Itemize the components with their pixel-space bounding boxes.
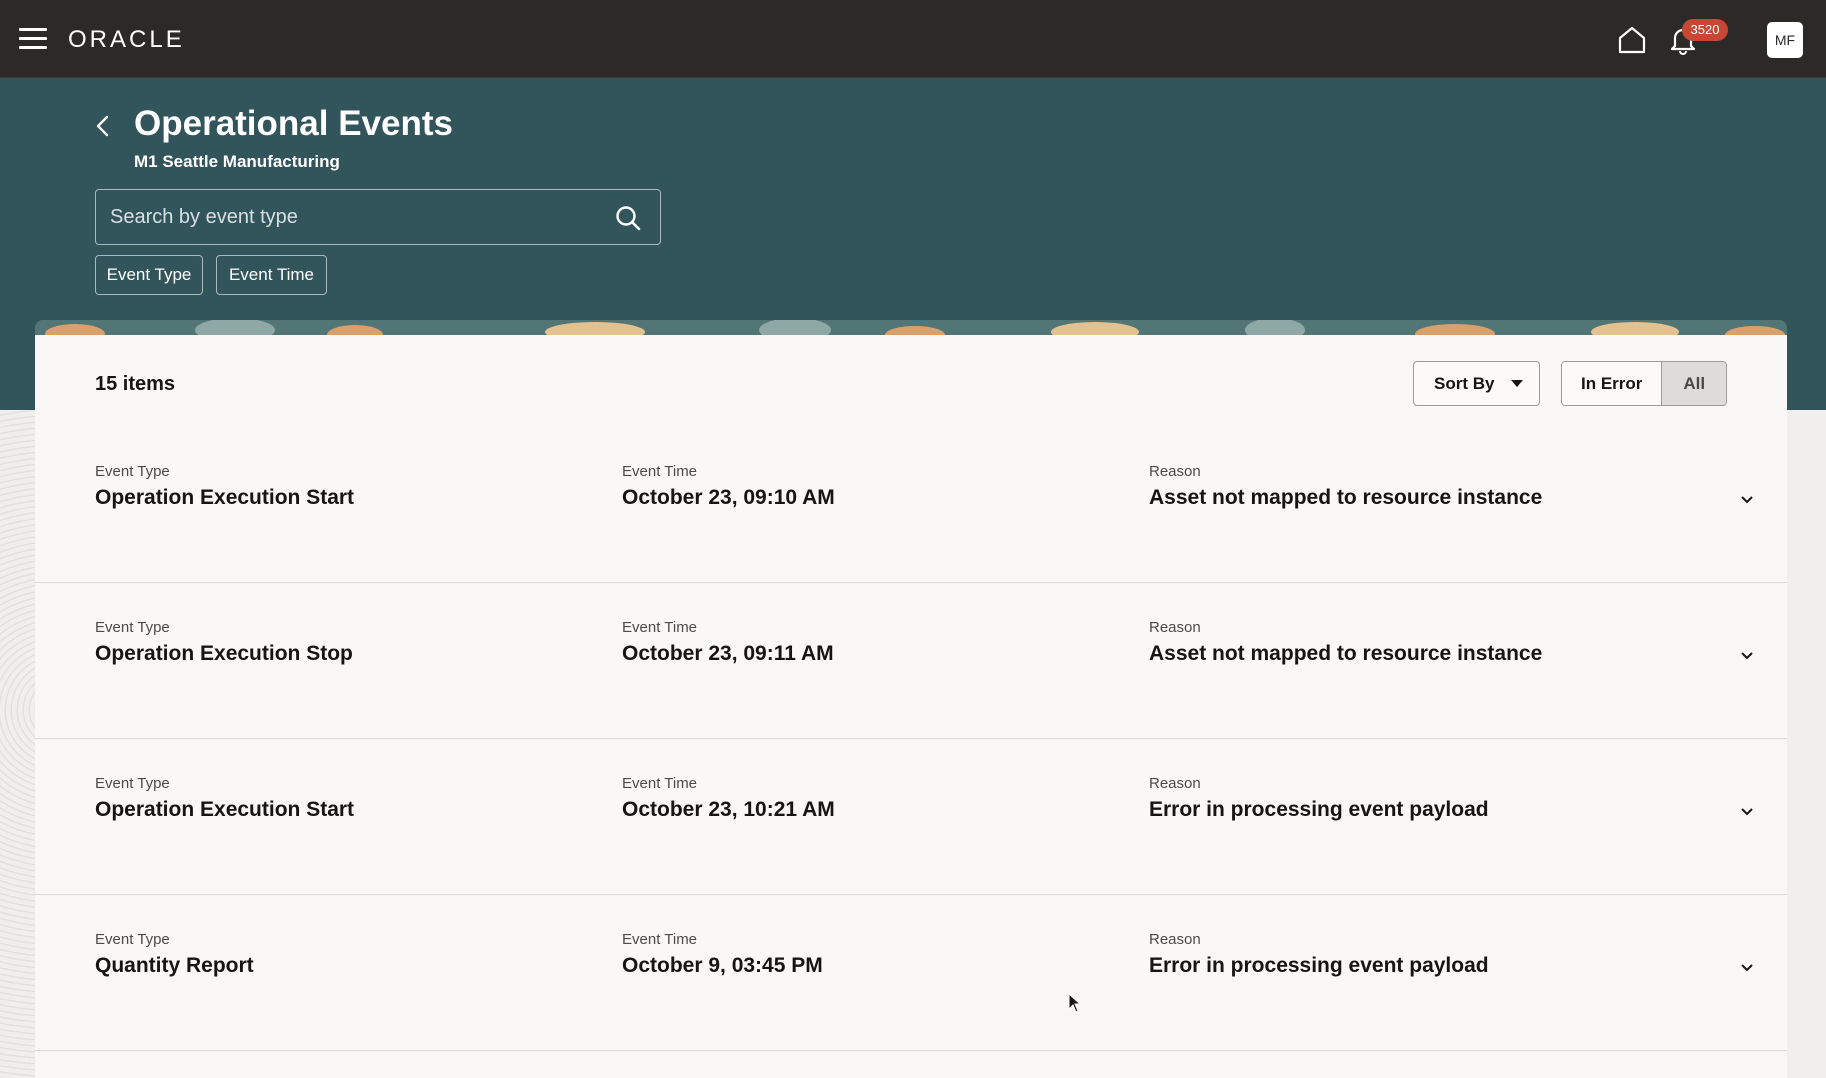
event-time-value: October 9, 03:45 PM [622,954,823,977]
event-time-value: October 23, 09:11 AM [622,642,834,665]
page-subtitle: M1 Seattle Manufacturing [134,152,340,171]
event-time-label: Event Time [622,775,698,792]
event-row[interactable]: Event Type Operation Execution Start Eve… [35,739,1787,895]
events-card: 15 items Sort By In Error All Event Type… [35,335,1787,1078]
reason-value: Error in processing event payload [1149,954,1489,977]
reason-label: Reason [1149,931,1201,948]
event-type-label: Event Type [95,931,170,948]
event-row[interactable]: Event Type Operation Execution Stop Even… [35,583,1787,739]
reason-label: Reason [1149,775,1201,792]
back-arrow-icon[interactable] [92,112,114,140]
items-count: 15 items [95,373,176,395]
event-time-label: Event Time [622,931,698,948]
event-row[interactable]: Event Type Quantity Report Event Time Oc… [35,895,1787,1051]
event-row[interactable]: Event Type Operation Execution Start Eve… [35,427,1787,583]
mouse-cursor-icon [1068,993,1082,1013]
oracle-logo[interactable]: ORACLE [68,26,185,54]
background-right [1787,410,1826,1078]
event-type-value: Quantity Report [95,954,254,977]
event-type-label: Event Type [95,775,170,792]
error-filter-toggle: In Error All [1561,361,1727,406]
user-avatar[interactable]: MF [1767,22,1803,58]
segment-all[interactable]: All [1662,362,1726,405]
search-icon[interactable] [614,204,642,232]
reason-value: Asset not mapped to resource instance [1149,486,1543,509]
background-pattern-left [0,410,35,1078]
reason-label: Reason [1149,619,1201,636]
caret-down-icon [1511,380,1523,387]
notification-badge[interactable]: 3520 [1682,19,1728,41]
sort-by-label: Sort By [1434,374,1495,393]
page-title: Operational Events [134,104,453,143]
reason-value: Asset not mapped to resource instance [1149,642,1543,665]
event-type-value: Operation Execution Start [95,486,355,509]
event-time-label: Event Time [622,619,698,636]
chevron-down-icon[interactable] [1739,803,1755,819]
segment-in-error[interactable]: In Error [1562,362,1663,405]
event-type-value: Operation Execution Stop [95,642,353,665]
filter-chip-event-type[interactable]: Event Type [95,255,203,295]
event-time-value: October 23, 09:10 AM [622,486,835,509]
event-time-value: October 23, 10:21 AM [622,798,835,821]
sort-by-button[interactable]: Sort By [1413,361,1540,406]
home-icon[interactable] [1616,24,1648,56]
chevron-down-icon[interactable] [1739,959,1755,975]
reason-label: Reason [1149,463,1201,480]
hamburger-menu-icon[interactable] [19,28,47,50]
event-time-label: Event Time [622,463,698,480]
search-box [95,189,661,245]
event-type-label: Event Type [95,619,170,636]
global-header: ORACLE 3520 MF [0,0,1826,78]
decorative-banner [35,320,1787,335]
chevron-down-icon[interactable] [1739,647,1755,663]
chevron-down-icon[interactable] [1739,491,1755,507]
event-type-value: Operation Execution Start [95,798,355,821]
reason-value: Error in processing event payload [1149,798,1489,821]
filter-chip-event-time[interactable]: Event Time [216,255,327,295]
search-input[interactable] [110,190,590,244]
event-type-label: Event Type [95,463,170,480]
